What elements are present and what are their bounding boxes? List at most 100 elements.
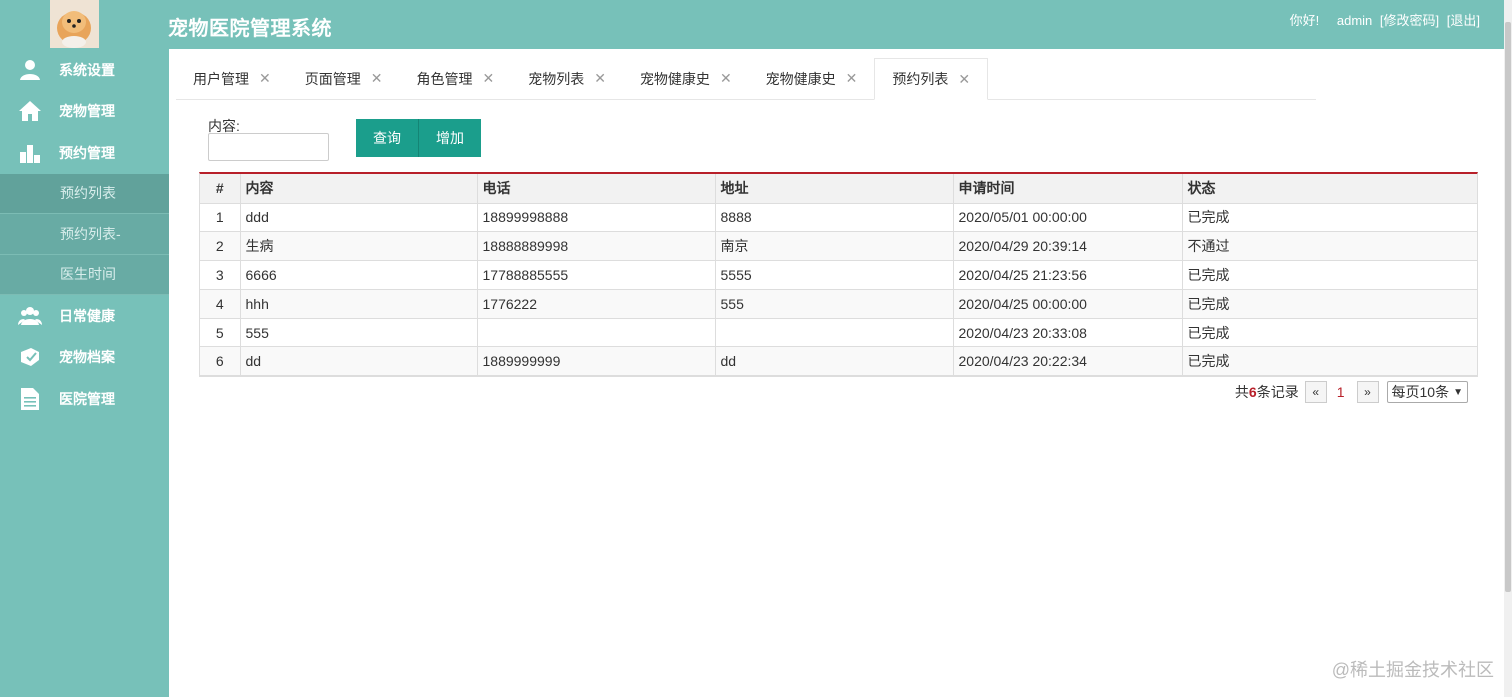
vertical-scrollbar[interactable] — [1504, 0, 1512, 697]
change-password-link[interactable]: [修改密码] — [1380, 13, 1439, 28]
tab-role-management[interactable]: 角色管理 ✕ — [399, 58, 511, 99]
cell-index: 3 — [200, 260, 241, 290]
cell-apply-time: 2020/04/25 00:00:00 — [953, 289, 1183, 319]
cell-status: 已完成 — [1182, 289, 1477, 319]
tab-label: 用户管理 — [193, 70, 249, 87]
sidebar-item-appointment-management[interactable]: 预约管理 — [0, 132, 169, 174]
cell-phone: 17788885555 — [477, 260, 716, 290]
cell-address — [715, 318, 954, 348]
content-search-input[interactable] — [208, 133, 329, 161]
table-row[interactable]: 3 6666 17788885555 5555 2020/04/25 21:23… — [200, 260, 1477, 290]
sidebar-item-daily-health[interactable]: 日常健康 — [0, 295, 169, 337]
sidebar-item-label: 日常健康 — [59, 307, 115, 324]
prev-page-button[interactable]: « — [1304, 381, 1327, 403]
cell-address: dd — [715, 346, 954, 377]
sidebar-subitem-appointment-list-alt[interactable]: 预约列表- — [0, 214, 169, 255]
sidebar-item-label: 医院管理 — [59, 390, 115, 407]
sidebar-item-hospital-management[interactable]: 医院管理 — [0, 378, 169, 420]
appointment-submenu: 预约列表 预约列表- 医生时间 — [0, 173, 169, 295]
cell-address: 南京 — [715, 231, 954, 262]
next-page-button[interactable]: » — [1356, 381, 1379, 403]
table-row[interactable]: 5 555 2020/04/23 20:33:08 已完成 — [200, 318, 1477, 348]
user-info: 你好! admin [修改密码] [退出] — [1286, 10, 1480, 29]
tab-pet-health-history[interactable]: 宠物健康史 ✕ — [623, 58, 749, 99]
tab-bar: 用户管理 ✕ 页面管理 ✕ 角色管理 ✕ 宠物列表 ✕ 宠物健康史 ✕ 宠物健康史 ✕ 预约… — [176, 58, 1316, 100]
search-button-group: 查询 增加 — [356, 119, 481, 157]
pet-file-icon — [18, 345, 42, 369]
cell-status: 不通过 — [1182, 231, 1477, 262]
cell-address: 5555 — [715, 260, 954, 290]
tab-label: 页面管理 — [304, 70, 361, 87]
page-size-select[interactable]: 每页10条 ▼ — [1386, 381, 1468, 403]
tab-label: 预约列表 — [892, 71, 949, 87]
close-icon[interactable]: ✕ — [846, 70, 858, 87]
current-page-number[interactable]: 1 — [1337, 384, 1345, 400]
query-button[interactable]: 查询 — [356, 119, 419, 157]
top-header: 宠物医院管理系统 你好! admin [修改密码] [退出] — [0, 0, 1512, 49]
cell-status: 已完成 — [1182, 203, 1477, 233]
close-icon[interactable]: ✕ — [259, 70, 271, 87]
tab-pet-health-history-2[interactable]: 宠物健康史 ✕ — [749, 58, 875, 99]
tab-user-management[interactable]: 用户管理 ✕ — [176, 58, 288, 99]
page-size-value: 每页10条 — [1391, 384, 1450, 400]
cell-index: 2 — [200, 231, 241, 262]
username: admin — [1336, 13, 1373, 28]
cell-index: 4 — [200, 289, 241, 319]
table-row[interactable]: 6 dd 1889999999 dd 2020/04/23 20:22:34 已… — [200, 346, 1477, 377]
bar-chart-icon — [18, 141, 42, 165]
logout-link[interactable]: [退出] — [1447, 13, 1480, 28]
tab-label: 宠物健康史 — [639, 70, 710, 87]
cell-index: 6 — [200, 346, 241, 377]
cell-phone: 1889999999 — [477, 346, 716, 377]
scrollbar-thumb[interactable] — [1505, 22, 1511, 592]
cell-phone: 1776222 — [477, 289, 716, 319]
sidebar-subitem-appointment-list[interactable]: 预约列表 — [0, 173, 169, 214]
close-icon[interactable]: ✕ — [958, 71, 970, 88]
tab-label: 宠物列表 — [528, 70, 585, 87]
cell-apply-time: 2020/04/25 21:23:56 — [953, 260, 1183, 290]
cell-content: 555 — [240, 318, 478, 348]
tab-label: 宠物健康史 — [765, 70, 836, 87]
app-title: 宠物医院管理系统 — [168, 18, 332, 40]
cell-index: 1 — [200, 203, 241, 233]
sidebar-item-system-settings[interactable]: 系统设置 — [0, 49, 169, 91]
sidebar-item-label: 宠物档案 — [59, 349, 115, 366]
sidebar: 系统设置 宠物管理 预约管理 预约列表 预约列表- 医生时间 日常健康 宠物档案… — [0, 49, 169, 697]
cell-phone: 18899998888 — [477, 203, 716, 233]
tab-label: 角色管理 — [416, 70, 473, 87]
cell-index: 5 — [200, 318, 241, 348]
tab-page-management[interactable]: 页面管理 ✕ — [288, 58, 400, 99]
add-button[interactable]: 增加 — [419, 119, 481, 157]
close-icon[interactable]: ✕ — [720, 70, 732, 87]
sidebar-item-pet-files[interactable]: 宠物档案 — [0, 337, 169, 379]
cell-apply-time: 2020/04/29 20:39:14 — [953, 231, 1183, 262]
cell-status: 已完成 — [1182, 346, 1477, 377]
table-row[interactable]: 1 ddd 18899998888 8888 2020/05/01 00:00:… — [200, 203, 1477, 233]
column-header-status: 状态 — [1182, 174, 1477, 204]
document-icon — [18, 387, 42, 411]
column-header-apply-time: 申请时间 — [953, 174, 1183, 204]
sidebar-subitem-doctor-time[interactable]: 医生时间 — [0, 255, 169, 295]
column-header-content: 内容 — [240, 174, 478, 204]
cell-apply-time: 2020/04/23 20:33:08 — [953, 318, 1183, 348]
cell-address: 555 — [715, 289, 954, 319]
tab-pet-list[interactable]: 宠物列表 ✕ — [511, 58, 623, 99]
pagination: 共 6 条记录 « 1 » 每页10条 ▼ — [1235, 381, 1468, 403]
table-row[interactable]: 4 hhh 1776222 555 2020/04/25 00:00:00 已完… — [200, 289, 1477, 319]
watermark: @稀土掘金技术社区 — [1331, 660, 1494, 680]
cell-content: 6666 — [240, 260, 478, 290]
column-header-address: 地址 — [715, 174, 954, 204]
close-icon[interactable]: ✕ — [482, 70, 494, 87]
column-header-phone: 电话 — [477, 174, 716, 204]
table-row[interactable]: 2 生病 18888889998 南京 2020/04/29 20:39:14 … — [200, 231, 1477, 262]
total-suffix: 条记录 — [1256, 384, 1299, 400]
group-icon — [18, 304, 42, 328]
sidebar-item-label: 预约管理 — [59, 144, 115, 161]
cell-content: ddd — [240, 203, 478, 233]
close-icon[interactable]: ✕ — [371, 70, 383, 87]
cell-status: 已完成 — [1182, 318, 1477, 348]
total-prefix: 共 — [1234, 384, 1249, 400]
tab-appointment-list[interactable]: 预约列表 ✕ — [874, 58, 989, 100]
sidebar-item-pet-management[interactable]: 宠物管理 — [0, 91, 169, 133]
close-icon[interactable]: ✕ — [594, 70, 606, 87]
